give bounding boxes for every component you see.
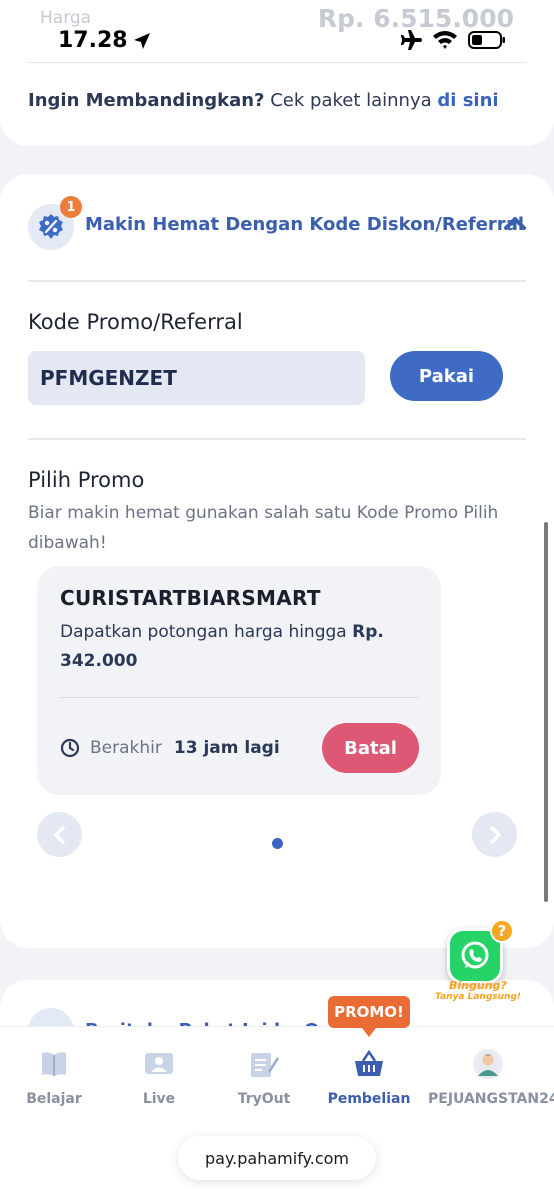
divider [28,280,526,282]
choose-promo-title: Pilih Promo [28,468,145,492]
promo-option-card[interactable]: CURISTARTBIARSMART Dapatkan potongan har… [37,566,441,795]
browser-url-bar[interactable]: pay.pahamify.com [178,1136,376,1180]
divider [28,438,526,440]
ghost-price-label: Harga [40,8,92,28]
scrollbar[interactable] [544,522,548,902]
divider [60,697,419,698]
book-icon [42,1052,66,1076]
tab-tryout[interactable]: TryOut [212,1047,316,1107]
compare-question: Ingin Membandingkan? [28,90,265,111]
tab-label: Belajar [26,1091,82,1107]
promo-expiry: Berakhir 13 jam lagi [60,738,280,758]
shopping-basket-icon [355,1049,383,1076]
promo-option-code: CURISTARTBIARSMART [60,586,321,610]
exam-paper-icon [251,1053,279,1077]
help-question-badge: ? [490,919,514,943]
chevron-up-icon[interactable] [504,216,526,230]
whatsapp-line1: Bingung? [449,979,507,992]
tab-belajar[interactable]: Belajar [2,1047,106,1107]
chevron-right-icon [489,825,501,844]
promo-expiry-value: 13 jam lagi [173,738,280,758]
location-arrow-icon [133,32,150,49]
promo-code-input[interactable] [28,351,365,405]
tab-profile[interactable]: PEJUANGSTAN24 [428,1047,554,1107]
carousel-prev-button[interactable] [37,812,82,857]
carousel-dot-active[interactable] [272,838,283,849]
apply-promo-button[interactable]: Pakai [390,351,503,401]
choose-promo-description: Biar makin hemat gunakan salah satu Kode… [28,503,499,553]
battery-icon [468,31,505,49]
live-video-icon [145,1053,173,1074]
tab-label: Pembelian [327,1091,411,1107]
carousel-next-button[interactable] [472,812,517,857]
whatsapp-line2: Tanya Langsung! [435,992,522,1002]
chevron-left-icon [53,825,65,844]
compare-text: Ingin Membandingkan? Cek paket lainnya d… [28,90,499,111]
divider [28,62,526,63]
whatsapp-help-button[interactable]: ? Bingung? Tanya Langsung! [433,918,554,1014]
compare-link[interactable]: di sini [437,90,498,111]
cancel-promo-button[interactable]: Batal [322,723,419,773]
promo-option-desc-text: Dapatkan potongan harga hingga [60,622,347,642]
status-icons [398,30,506,50]
tab-label: Live [142,1091,176,1107]
compare-hint: Cek paket lainnya [270,90,432,111]
user-avatar-icon [473,1049,503,1079]
tab-pembelian[interactable]: Pembelian [317,1047,421,1107]
status-clock: 17.28 [58,28,152,53]
status-time: 17.28 [58,28,128,53]
wifi-icon [433,31,457,49]
tab-label: TryOut [237,1091,291,1107]
tab-label: PEJUANGSTAN24 [428,1091,554,1107]
status-bar: Harga Rp. 6.515.000 17.28 [0,0,554,62]
ghost-price-value: Rp. 6.515.000 [317,4,514,33]
clock-icon [60,738,80,758]
promo-tag: PROMO! [328,996,410,1037]
discount-count-badge: 1 [60,196,82,218]
discount-section-title[interactable]: Makin Hemat Dengan Kode Diskon/Referral [85,214,524,235]
promo-option-description: Dapatkan potongan harga hingga Rp. 342.0… [60,618,420,676]
promo-code-label: Kode Promo/Referral [28,310,243,334]
discount-card: 1 Makin Hemat Dengan Kode Diskon/Referra… [0,174,554,948]
airplane-icon [401,30,422,50]
promo-expiry-label: Berakhir [90,738,162,758]
tab-live[interactable]: Live [107,1047,211,1107]
